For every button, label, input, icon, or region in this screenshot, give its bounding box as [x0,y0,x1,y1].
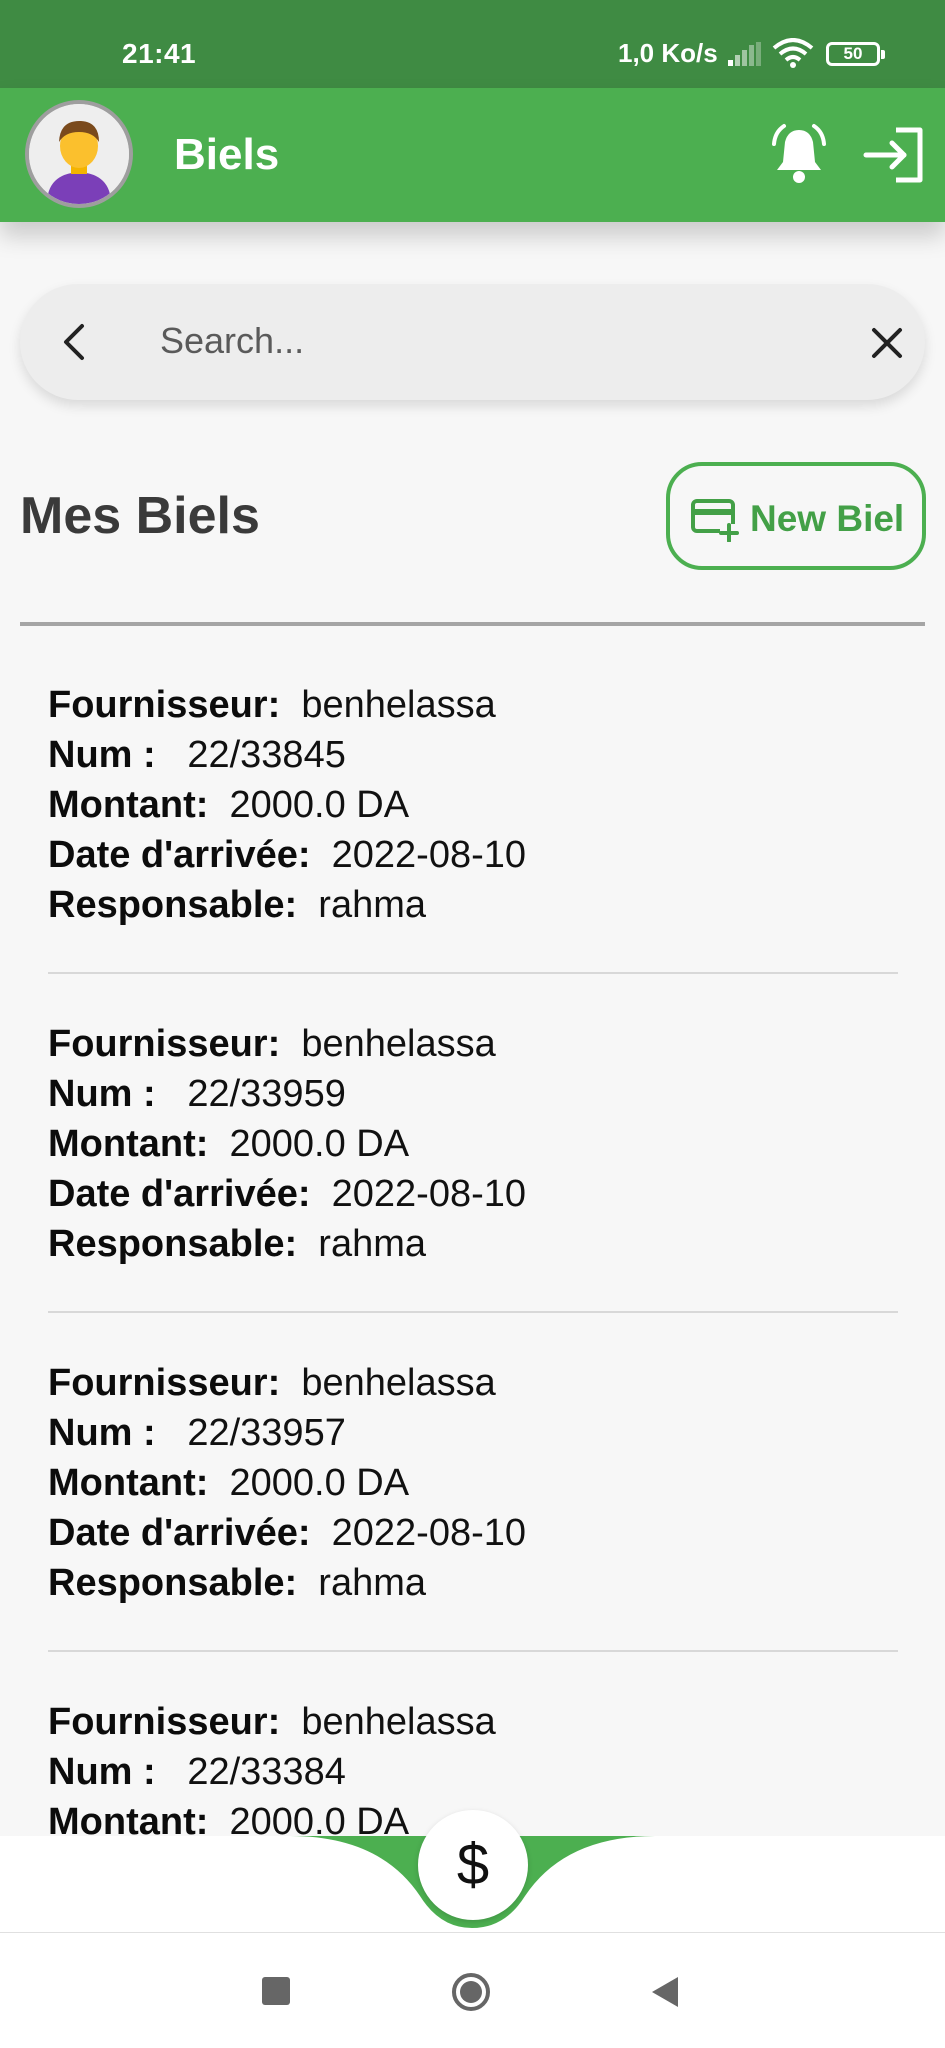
close-icon[interactable] [868,324,906,362]
card-add-icon [691,499,739,542]
montant-label: Montant: [48,1462,209,1504]
date-row: Date d'arrivée: 2022-08-10 [48,1512,526,1558]
logout-icon[interactable] [862,124,928,186]
item-divider [48,1311,898,1313]
responsable-value: rahma [318,1223,427,1265]
montant-row: Montant: 2000.0 DA [48,784,409,830]
recents-icon[interactable] [262,1977,290,2005]
fournisseur-row: Fournisseur: benhelassa [48,1362,496,1408]
status-time: 21:41 [122,38,197,69]
dollar-button[interactable]: $ [418,1810,528,1920]
montant-value: 2000.0 DA [229,1123,410,1165]
fournisseur-value: benhelassa [301,1023,496,1065]
back-icon[interactable] [648,1975,680,2009]
signal-icon [728,42,761,66]
montant-label: Montant: [48,1123,209,1165]
avatar[interactable] [25,100,133,208]
num-row: Num : 22/33384 [48,1751,346,1797]
biels-screen: 21:41 1,0 Ko/s 50 Biels Search... Mes Bi… [0,0,945,2048]
num-row: Num : 22/33845 [48,734,346,780]
search-input[interactable] [160,312,800,370]
montant-row: Montant: 2000.0 DA [48,1123,409,1169]
date-value: 2022-08-10 [331,834,527,876]
montant-row: Montant: 2000.0 DA [48,1462,409,1508]
wifi-icon [772,38,814,68]
user-avatar-icon [29,104,129,204]
chevron-left-icon[interactable] [54,320,98,364]
num-value: 22/33384 [187,1751,346,1793]
responsable-row: Responsable: rahma [48,884,426,930]
fournisseur-label: Fournisseur: [48,1023,281,1065]
date-row: Date d'arrivée: 2022-08-10 [48,1173,526,1219]
num-value: 22/33957 [187,1412,346,1454]
num-row: Num : 22/33959 [48,1073,346,1119]
responsable-label: Responsable: [48,1223,298,1265]
item-divider [48,972,898,974]
num-value: 22/33845 [187,734,346,776]
biel-list: Fournisseur: benhelassa Num : 22/33845 M… [0,626,945,1836]
fournisseur-label: Fournisseur: [48,1362,281,1404]
status-bar: 21:41 1,0 Ko/s 50 [0,0,945,88]
home-icon[interactable] [450,1971,492,2013]
bell-icon[interactable] [766,122,832,188]
app-bar: Biels [0,88,945,222]
date-label: Date d'arrivée: [48,834,311,876]
num-label: Num : [48,734,156,776]
network-speed: 1,0 Ko/s [618,38,718,68]
date-label: Date d'arrivée: [48,1173,311,1215]
montant-label: Montant: [48,784,209,826]
list-item[interactable]: Fournisseur: benhelassa Num : 22/33957 M… [48,1362,898,1701]
date-value: 2022-08-10 [331,1173,527,1215]
item-divider [48,1650,898,1652]
date-value: 2022-08-10 [331,1512,527,1554]
fournisseur-value: benhelassa [301,1362,496,1404]
battery-icon: 50 [826,42,885,66]
fournisseur-row: Fournisseur: benhelassa [48,684,496,730]
list-item[interactable]: Fournisseur: benhelassa Num : 22/33845 M… [48,684,898,1023]
new-biel-label: New Biel [750,498,905,539]
app-title: Biels [174,130,280,179]
responsable-label: Responsable: [48,884,298,926]
num-label: Num : [48,1751,156,1793]
search-bar [20,284,925,400]
montant-value: 2000.0 DA [229,1801,410,1836]
responsable-row: Responsable: rahma [48,1562,426,1608]
montant-label: Montant: [48,1801,209,1836]
fournisseur-row: Fournisseur: benhelassa [48,1023,496,1069]
fournisseur-value: benhelassa [301,1701,496,1743]
montant-value: 2000.0 DA [229,784,410,826]
fournisseur-row: Fournisseur: benhelassa [48,1701,496,1747]
num-label: Num : [48,1073,156,1115]
responsable-value: rahma [318,1562,427,1604]
montant-value: 2000.0 DA [229,1462,410,1504]
responsable-row: Responsable: rahma [48,1223,426,1269]
montant-row: Montant: 2000.0 DA [48,1801,409,1836]
list-item[interactable]: Fournisseur: benhelassa Num : 22/33959 M… [48,1023,898,1362]
date-label: Date d'arrivée: [48,1512,311,1554]
fournisseur-label: Fournisseur: [48,684,281,726]
new-biel-button[interactable]: New Biel [666,462,926,570]
page-title: Mes Biels [20,487,260,545]
fournisseur-label: Fournisseur: [48,1701,281,1743]
num-row: Num : 22/33957 [48,1412,346,1458]
num-label: Num : [48,1412,156,1454]
responsable-label: Responsable: [48,1562,298,1604]
fournisseur-value: benhelassa [301,684,496,726]
system-nav-bar [0,1932,945,2048]
responsable-value: rahma [318,884,427,926]
num-value: 22/33959 [187,1073,346,1115]
date-row: Date d'arrivée: 2022-08-10 [48,834,526,880]
